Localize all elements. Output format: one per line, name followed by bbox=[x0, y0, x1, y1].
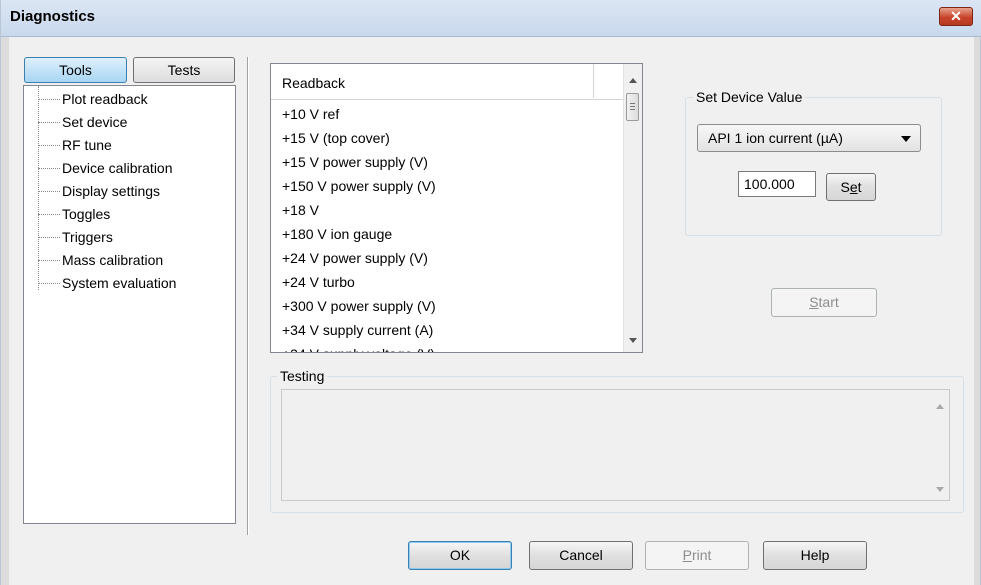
list-item[interactable]: +150 V power supply (V) bbox=[282, 174, 436, 198]
readback-header-label: Readback bbox=[282, 75, 346, 91]
grip-line bbox=[630, 106, 635, 107]
tree-connector bbox=[38, 145, 60, 146]
tab-tools[interactable]: Tools bbox=[24, 57, 127, 83]
print-button[interactable]: Print bbox=[645, 541, 749, 570]
ok-label: OK bbox=[449, 547, 471, 563]
device-select-value: API 1 ion current (µA) bbox=[708, 130, 843, 146]
set-label-suffix: t bbox=[857, 179, 862, 195]
chevron-down-icon bbox=[901, 136, 911, 142]
ok-button[interactable]: OK bbox=[408, 541, 512, 570]
readback-scrollbar[interactable] bbox=[623, 64, 642, 352]
tree-item-label: Toggles bbox=[62, 206, 111, 222]
tab-tests-label: Tests bbox=[167, 62, 201, 78]
cancel-label: Cancel bbox=[559, 547, 603, 563]
grip-line bbox=[630, 109, 635, 110]
tools-tree[interactable]: Plot readback Set device RF tune Device … bbox=[23, 85, 236, 524]
scroll-up-arrow-icon[interactable] bbox=[936, 404, 944, 409]
scroll-up-arrow-icon[interactable] bbox=[629, 78, 637, 83]
tree-item-label: RF tune bbox=[62, 137, 112, 153]
tree-item-label: Display settings bbox=[62, 183, 161, 199]
tab-tests[interactable]: Tests bbox=[133, 57, 235, 83]
tab-tools-label: Tools bbox=[59, 62, 92, 78]
set-button[interactable]: Set bbox=[826, 173, 876, 201]
start-label-mnemonic: S bbox=[809, 294, 819, 310]
set-device-value-title: Set Device Value bbox=[693, 89, 806, 105]
testing-title: Testing bbox=[277, 368, 328, 384]
tree-connector bbox=[38, 122, 60, 123]
set-label-prefix: S bbox=[840, 179, 850, 195]
scroll-down-arrow-icon[interactable] bbox=[629, 338, 637, 343]
close-button[interactable]: ✕ bbox=[939, 7, 973, 26]
device-value-input[interactable]: 100.000 bbox=[738, 171, 816, 197]
tree-connector bbox=[38, 99, 60, 100]
help-button[interactable]: Help bbox=[763, 541, 867, 570]
tree-connector bbox=[38, 168, 60, 169]
tree-item-label: Plot readback bbox=[62, 91, 148, 107]
list-item[interactable]: +18 V bbox=[282, 198, 319, 222]
list-item[interactable]: +24 V turbo bbox=[282, 270, 355, 294]
tree-connector bbox=[38, 191, 60, 192]
print-label-rest: rint bbox=[691, 547, 712, 563]
tree-item-label: Mass calibration bbox=[62, 252, 164, 268]
header-divider bbox=[593, 64, 594, 98]
list-item[interactable]: +300 V power supply (V) bbox=[282, 294, 436, 318]
readback-column-header[interactable]: Readback bbox=[271, 64, 624, 100]
close-icon: ✕ bbox=[950, 8, 962, 24]
print-label-mnemonic: P bbox=[682, 547, 692, 563]
tree-connector bbox=[38, 283, 60, 284]
list-item[interactable]: +10 V ref bbox=[282, 102, 339, 126]
list-item[interactable]: +34 V supply voltage (V) bbox=[282, 342, 435, 352]
tree-item-label: System evaluation bbox=[62, 275, 177, 291]
list-item[interactable]: +24 V power supply (V) bbox=[282, 246, 428, 270]
list-item[interactable]: +34 V supply current (A) bbox=[282, 318, 433, 342]
set-device-value-group bbox=[685, 97, 942, 236]
tree-item-label: Device calibration bbox=[62, 160, 173, 176]
set-label-mnemonic: e bbox=[849, 179, 858, 195]
list-item[interactable]: +15 V power supply (V) bbox=[282, 150, 428, 174]
tree-connector bbox=[38, 260, 60, 261]
help-label: Help bbox=[800, 547, 830, 563]
panel-separator bbox=[247, 57, 249, 535]
scroll-down-arrow-icon[interactable] bbox=[936, 487, 944, 492]
tree-item-label: Triggers bbox=[62, 229, 113, 245]
start-button[interactable]: Start bbox=[771, 288, 877, 317]
scroll-thumb[interactable] bbox=[626, 93, 639, 121]
start-label-rest: tart bbox=[818, 294, 839, 310]
title-bar[interactable]: Diagnostics ✕ bbox=[1, 0, 981, 37]
tree-item-label: Set device bbox=[62, 114, 128, 130]
grip-line bbox=[630, 103, 635, 104]
cancel-button[interactable]: Cancel bbox=[529, 541, 633, 570]
tree-connector bbox=[38, 214, 60, 215]
readback-list[interactable]: Readback +10 V ref +15 V (top cover) +15… bbox=[270, 63, 643, 353]
testing-output-area[interactable] bbox=[281, 389, 950, 501]
window-title: Diagnostics bbox=[10, 8, 96, 25]
list-item[interactable]: +180 V ion gauge bbox=[282, 222, 392, 246]
tree-connector bbox=[38, 237, 60, 238]
list-item[interactable]: +15 V (top cover) bbox=[282, 126, 390, 150]
device-select[interactable]: API 1 ion current (µA) bbox=[697, 124, 921, 152]
